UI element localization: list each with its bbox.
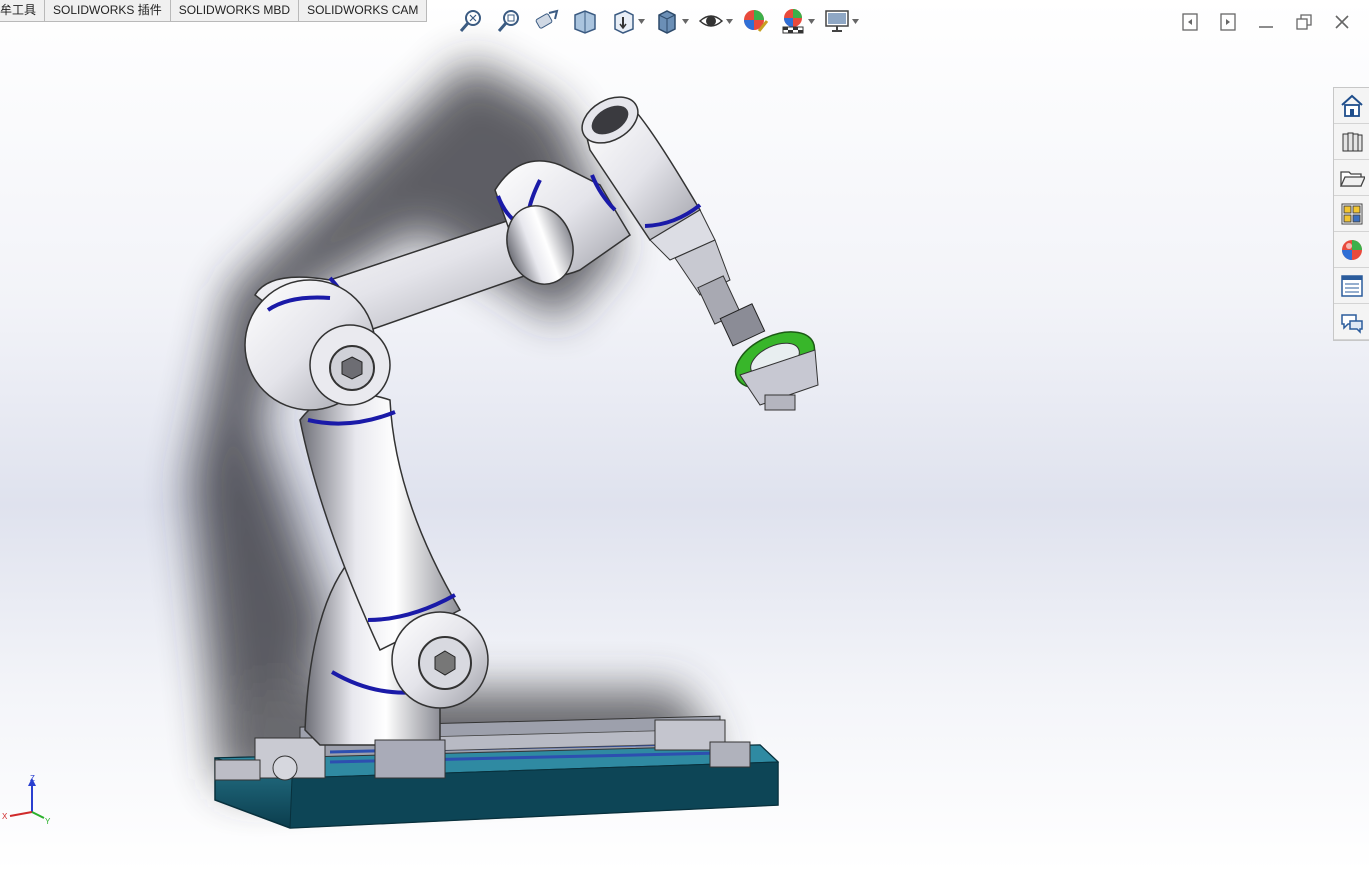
solidworks-resources-icon[interactable] — [1334, 88, 1369, 124]
tab-tools[interactable]: 牟工具 — [0, 0, 46, 22]
tile-right-icon[interactable] — [1211, 6, 1245, 38]
view-palette-icon[interactable] — [1334, 196, 1369, 232]
triad-y-label: Y — [45, 817, 51, 826]
view-orientation-icon[interactable] — [604, 4, 642, 38]
display-style-icon[interactable] — [648, 4, 686, 38]
reference-triad: Z X Y — [2, 774, 51, 826]
command-manager-tabs: 牟工具 SOLIDWORKS 插件 SOLIDWORKS MBD SOLIDWO… — [0, 0, 428, 22]
edit-appearance-icon[interactable] — [736, 4, 774, 38]
minimize-icon[interactable] — [1249, 6, 1283, 38]
triad-z-label: Z — [30, 774, 35, 783]
previous-view-icon[interactable] — [528, 4, 566, 38]
zoom-to-area-icon[interactable] — [490, 4, 528, 38]
tile-left-icon[interactable] — [1173, 6, 1207, 38]
tab-solidworks-cam[interactable]: SOLIDWORKS CAM — [299, 0, 428, 22]
section-view-icon[interactable] — [566, 4, 604, 38]
view-settings-icon[interactable] — [818, 4, 856, 38]
restore-icon[interactable] — [1287, 6, 1321, 38]
apply-scene-icon[interactable] — [774, 4, 812, 38]
heads-up-view-toolbar — [452, 4, 862, 38]
custom-properties-icon[interactable] — [1334, 268, 1369, 304]
hide-show-items-icon[interactable] — [692, 4, 730, 38]
task-pane-tabs — [1333, 87, 1369, 341]
forum-icon[interactable] — [1334, 304, 1369, 340]
zoom-to-fit-icon[interactable] — [452, 4, 490, 38]
close-icon[interactable] — [1325, 6, 1359, 38]
gripper-tool[interactable] — [719, 303, 823, 411]
tab-solidworks-mbd[interactable]: SOLIDWORKS MBD — [170, 0, 300, 22]
file-explorer-icon[interactable] — [1334, 160, 1369, 196]
triad-x-label: X — [2, 812, 8, 821]
graphics-viewport[interactable] — [0, 0, 1369, 871]
design-library-icon[interactable] — [1334, 124, 1369, 160]
tab-solidworks-addins[interactable]: SOLIDWORKS 插件 — [45, 0, 171, 22]
window-controls — [1173, 6, 1359, 38]
appearances-scenes-icon[interactable] — [1334, 232, 1369, 268]
